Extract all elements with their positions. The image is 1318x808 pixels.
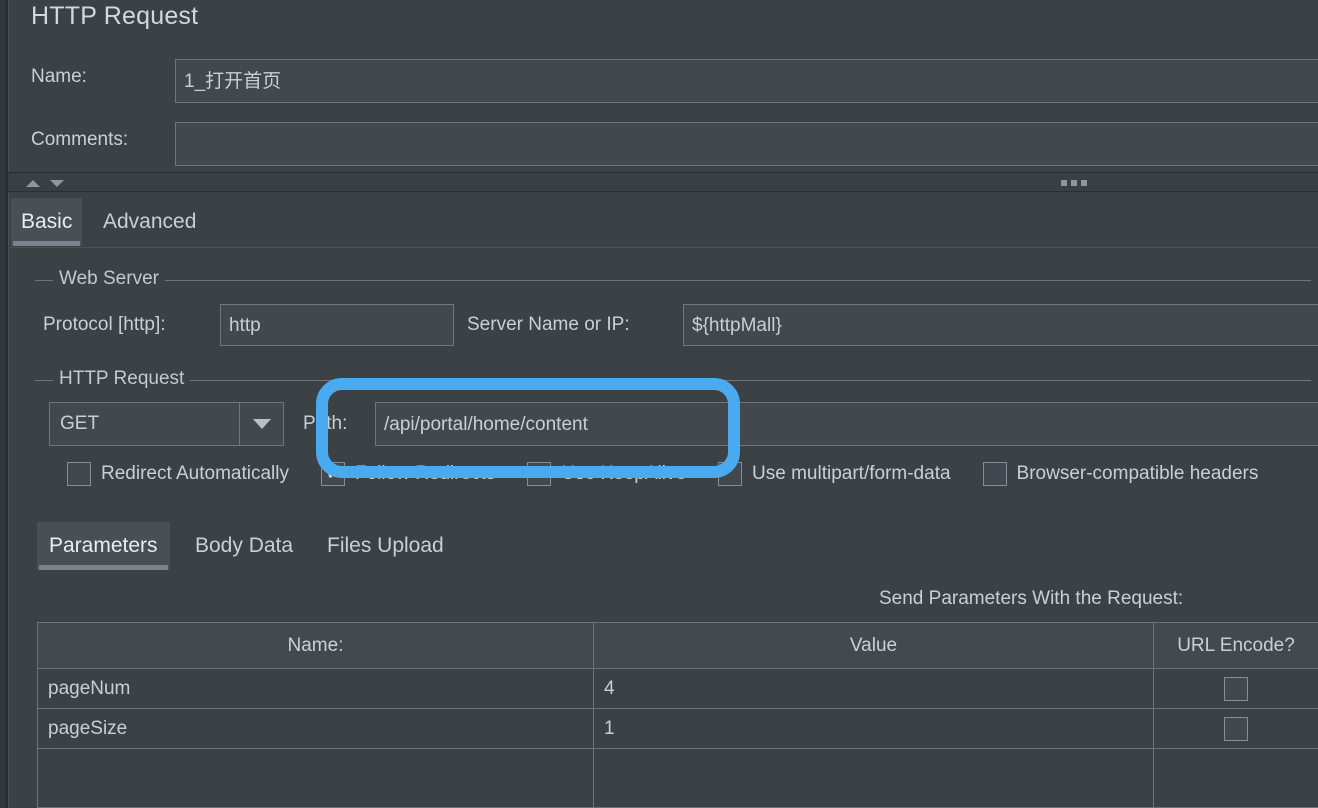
subtab-files-upload-label: Files Upload <box>327 534 444 557</box>
cell-empty[interactable] <box>38 749 594 807</box>
http-request-panel: HTTP Request Name: 1_打开首页 Comments: Basi… <box>0 0 1318 808</box>
cell-empty[interactable] <box>594 749 1154 807</box>
checkbox-label: Follow Redirects <box>354 463 496 484</box>
checkbox-redirect-automatically[interactable]: Redirect Automatically <box>67 462 289 486</box>
table-row-empty[interactable] <box>38 749 1318 807</box>
comments-input[interactable] <box>175 122 1318 166</box>
server-name-label: Server Name or IP: <box>467 314 630 335</box>
web-server-group-title: Web Server <box>53 268 165 290</box>
checkbox-box[interactable] <box>67 462 91 486</box>
triangle-up-icon[interactable] <box>26 180 40 187</box>
column-header-url-encode[interactable]: URL Encode? <box>1154 623 1318 668</box>
path-input[interactable]: /api/portal/home/content <box>375 402 1318 446</box>
cell-empty[interactable] <box>1154 749 1318 807</box>
cell-name[interactable]: pageNum <box>38 669 594 708</box>
column-header-value[interactable]: Value <box>594 623 1154 668</box>
name-row: Name: 1_打开首页 <box>9 55 1318 103</box>
checkbox-label: Use multipart/form-data <box>752 463 951 484</box>
server-name-input[interactable]: ${httpMall} <box>683 304 1318 346</box>
checkbox-use-multipart-form-data[interactable]: Use multipart/form-data <box>718 462 951 486</box>
page-title: HTTP Request <box>31 2 199 30</box>
group-divider <box>35 380 1311 381</box>
subtab-parameters-label: Parameters <box>49 534 158 557</box>
protocol-input[interactable]: http <box>220 304 454 346</box>
http-request-group-title: HTTP Request <box>53 368 191 390</box>
checkbox-label: Browser-compatible headers <box>1016 463 1259 484</box>
tab-basic[interactable]: Basic <box>11 198 83 246</box>
cell-value[interactable]: 1 <box>594 709 1154 748</box>
tab-advanced-label: Advanced <box>103 210 197 233</box>
checkbox-box[interactable] <box>527 462 552 486</box>
table-row[interactable]: pageSize 1 <box>38 709 1318 749</box>
checkbox-browser-compatible-headers[interactable]: Browser-compatible headers <box>982 462 1259 486</box>
header-panel: HTTP Request Name: 1_打开首页 Comments: <box>8 0 1318 172</box>
triangle-down-icon[interactable] <box>50 180 64 187</box>
request-options-row: Redirect Automatically Follow Redirects … <box>67 462 1258 486</box>
comments-row: Comments: <box>9 118 1318 166</box>
subtab-files-upload[interactable]: Files Upload <box>315 522 456 570</box>
column-header-name[interactable]: Name: <box>38 623 594 668</box>
tab-basic-label: Basic <box>21 210 73 233</box>
checkbox-label: Redirect Automatically <box>101 463 289 484</box>
cell-url-encode[interactable] <box>1154 669 1318 708</box>
subtab-parameters[interactable]: Parameters <box>37 522 170 570</box>
checkbox-box[interactable] <box>982 462 1007 486</box>
table-header-row: Name: Value URL Encode? <box>38 623 1318 669</box>
checkbox-box[interactable] <box>320 462 345 486</box>
table-row[interactable]: pageNum 4 <box>38 669 1318 709</box>
tabbar-parameters: Parameters Body Data Files Upload <box>37 522 1311 570</box>
subtab-body-data[interactable]: Body Data <box>183 522 305 570</box>
protocol-label: Protocol [http]: <box>43 314 166 335</box>
tabbar-basic-advanced: Basic Advanced <box>9 192 1318 248</box>
name-label: Name: <box>31 66 87 87</box>
splitter-grip-icon[interactable] <box>1061 180 1087 186</box>
checkbox-url-encode[interactable] <box>1224 716 1248 741</box>
comments-label: Comments: <box>31 129 129 150</box>
checkbox-use-keepalive[interactable]: Use KeepAlive <box>527 462 686 486</box>
checkbox-box[interactable] <box>718 462 743 486</box>
path-label: Path: <box>303 413 348 434</box>
group-divider <box>35 280 1311 281</box>
name-input[interactable]: 1_打开首页 <box>175 59 1318 103</box>
tab-advanced[interactable]: Advanced <box>93 198 206 246</box>
checkbox-label: Use KeepAlive <box>561 463 687 484</box>
cell-url-encode[interactable] <box>1154 709 1318 748</box>
http-request-group: HTTP Request GET Path: /api/portal/home/… <box>35 368 1318 510</box>
checkbox-follow-redirects[interactable]: Follow Redirects <box>320 462 496 486</box>
send-parameters-label: Send Parameters With the Request: <box>879 588 1184 609</box>
cell-value[interactable]: 4 <box>594 669 1154 708</box>
group-tick <box>41 280 48 281</box>
main-area: Basic Advanced Web Server Protocol [http… <box>8 192 1318 808</box>
web-server-group: Web Server Protocol [http]: http Server … <box>35 268 1318 354</box>
method-value: GET <box>60 413 100 434</box>
cell-name[interactable]: pageSize <box>38 709 594 748</box>
splitter-bar[interactable] <box>8 172 1318 192</box>
checkbox-url-encode[interactable] <box>1224 676 1248 701</box>
method-select[interactable]: GET <box>49 402 284 446</box>
left-gutter <box>0 0 7 808</box>
chevron-down-icon[interactable] <box>239 403 283 445</box>
parameters-table: Name: Value URL Encode? pageNum 4 pageSi… <box>37 622 1318 808</box>
subtab-body-data-label: Body Data <box>195 534 294 557</box>
group-tick <box>41 380 48 381</box>
